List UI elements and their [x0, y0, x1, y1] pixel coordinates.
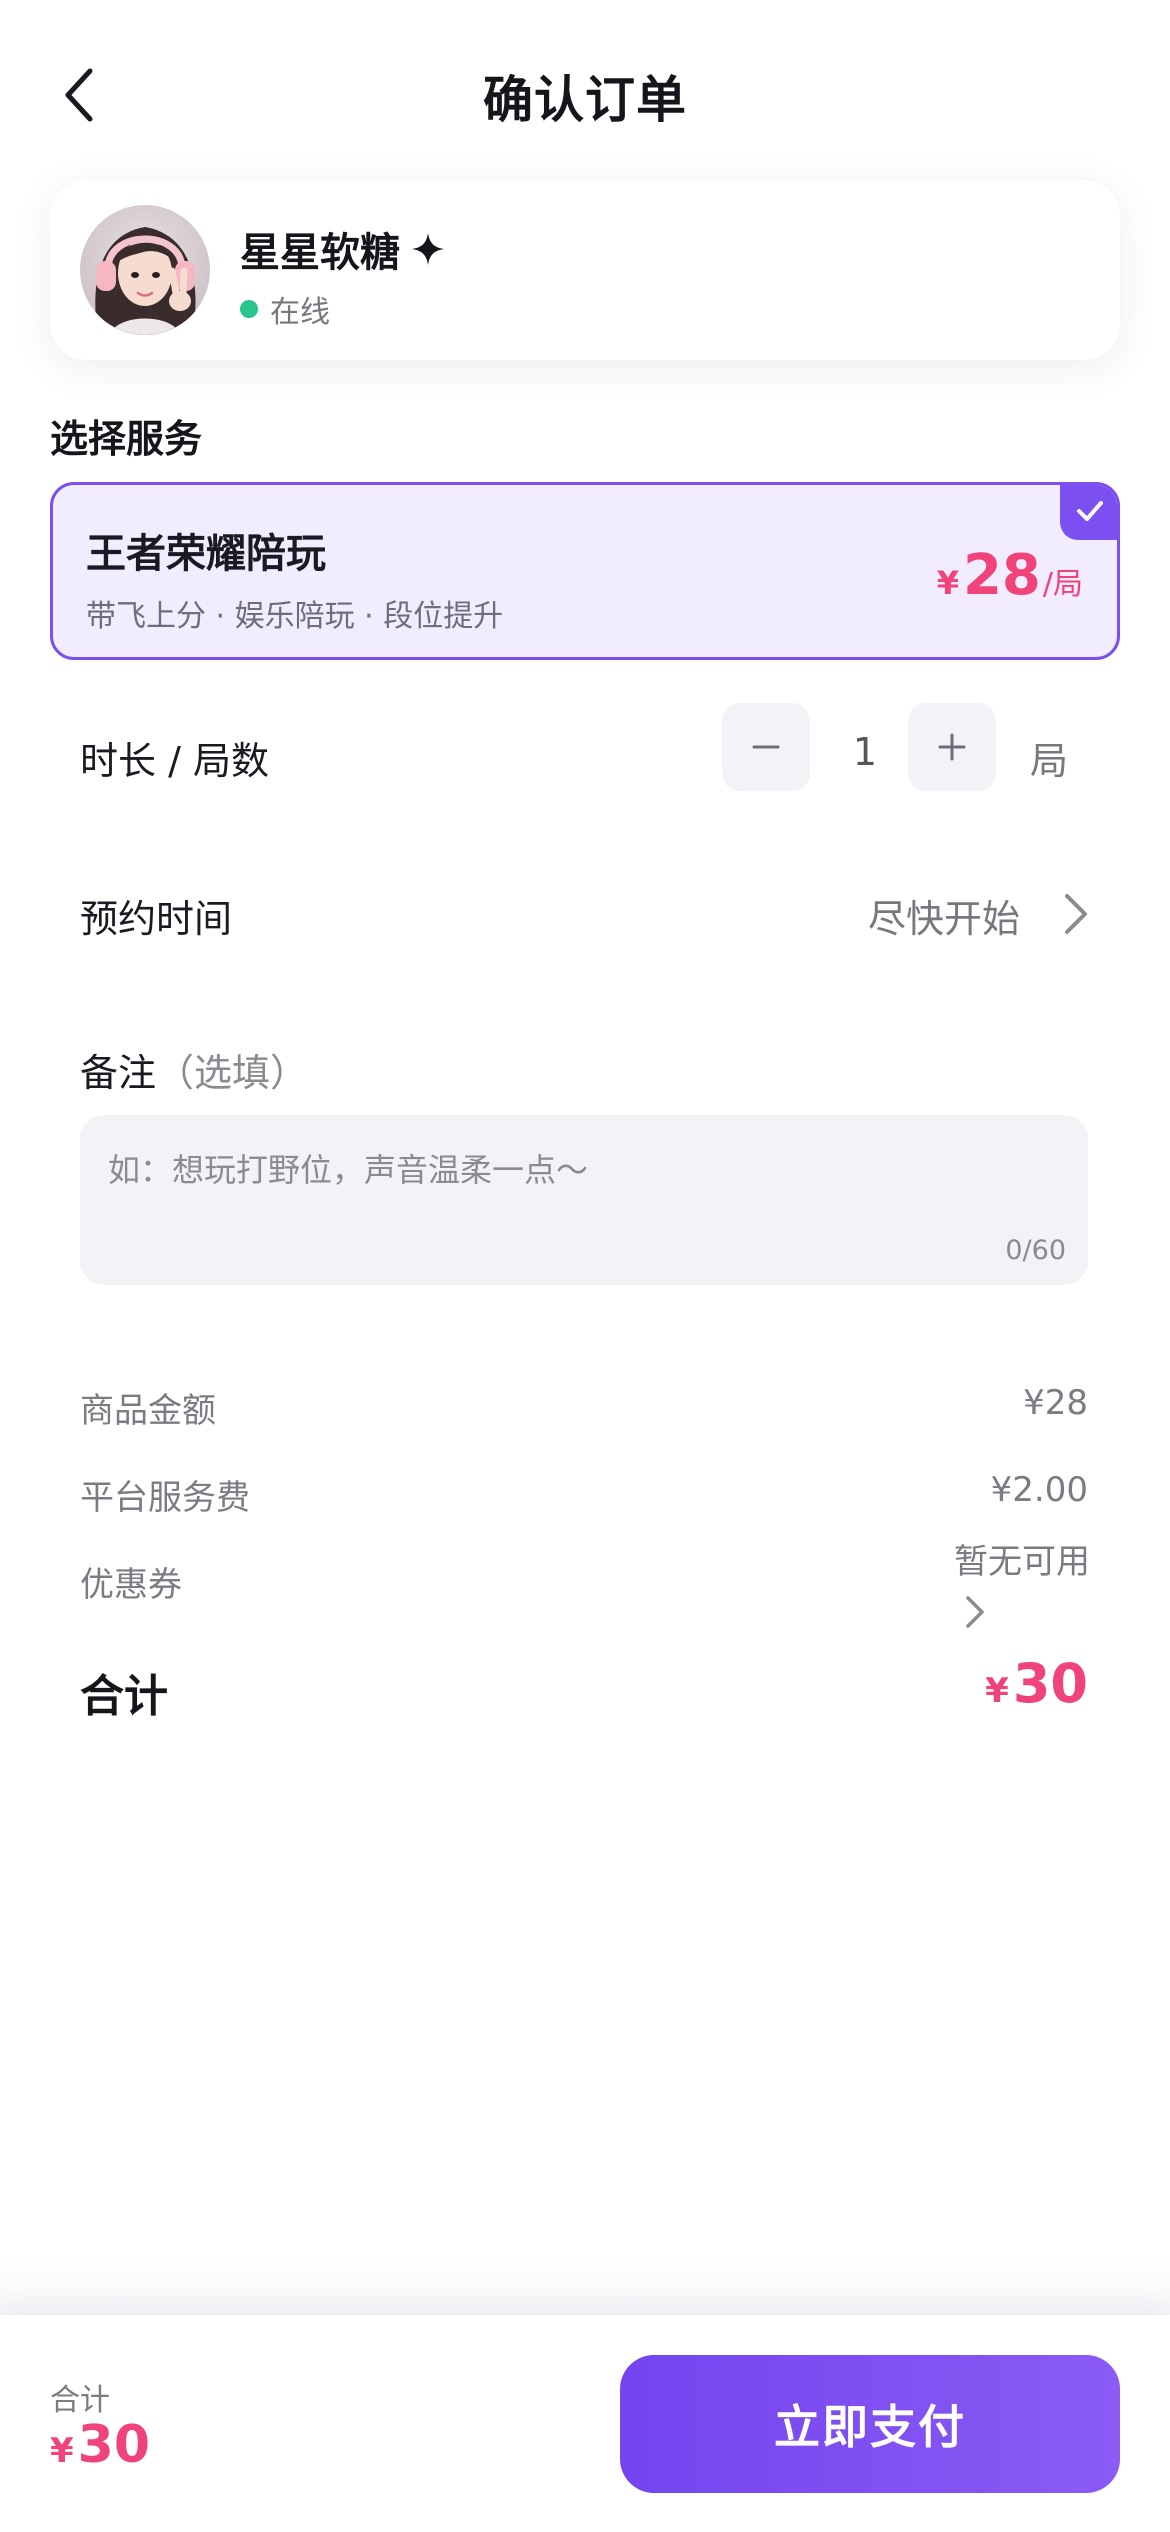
service-price: ¥ 28 /局	[937, 543, 1083, 608]
companion-card[interactable]: 星星软糖 在线	[50, 180, 1120, 360]
schedule-value: 尽快开始	[867, 897, 1020, 941]
service-option-card[interactable]: 王者荣耀陪玩 带飞上分 · 娱乐陪玩 · 段位提升 ¥ 28 /局	[50, 482, 1120, 660]
total-amount-value: 30	[1012, 1652, 1088, 1715]
duration-label: 时长 / 局数	[80, 739, 269, 783]
service-fee-value: ¥2.00	[990, 1470, 1088, 1510]
online-status: 在线	[240, 287, 330, 331]
price-unit: /局	[1042, 567, 1083, 602]
pay-now-button[interactable]: 立即支付	[620, 2355, 1120, 2493]
selected-badge	[1060, 485, 1117, 540]
quantity-unit: 局	[1030, 739, 1069, 783]
page-title: 确认订单	[483, 71, 687, 129]
service-fee-label: 平台服务费	[80, 1478, 250, 1518]
schedule-label: 预约时间	[80, 897, 233, 941]
plus-icon	[938, 733, 966, 761]
chevron-right-icon	[1065, 894, 1087, 934]
service-name: 王者荣耀陪玩	[86, 531, 326, 577]
note-char-count: 0/60	[1005, 1235, 1066, 1266]
coupon-label: 优惠券	[80, 1565, 182, 1605]
check-icon	[1077, 501, 1103, 521]
status-dot	[240, 300, 258, 318]
increase-button[interactable]	[908, 703, 996, 791]
bottom-total-amount: ¥ 30	[50, 2415, 150, 2475]
note-optional-hint: （选填）	[156, 1051, 309, 1095]
status-text: 在线	[270, 295, 330, 330]
note-input[interactable]	[108, 1145, 1048, 1225]
minus-icon	[752, 745, 780, 749]
header: 确认订单	[0, 0, 1170, 190]
subtotal-label: 商品金额	[80, 1391, 216, 1431]
bottom-fade	[0, 2260, 1170, 2320]
currency-symbol: ¥	[936, 564, 959, 602]
total-label: 合计	[80, 1671, 168, 1722]
avatar	[80, 205, 210, 335]
order-confirm-page: 确认订单 星星软糖 在线 选择服务 王者荣耀陪玩 带飞上分 · 娱乐陪玩 · 段…	[0, 0, 1170, 2532]
companion-name: 星星软糖	[240, 220, 446, 278]
bottom-bar: 合计 ¥ 30 立即支付	[0, 2315, 1170, 2532]
note-label-text: 备注	[80, 1051, 157, 1095]
service-description: 带飞上分 · 娱乐陪玩 · 段位提升	[86, 599, 504, 634]
service-section-title: 选择服务	[50, 417, 203, 461]
decrease-button[interactable]	[722, 703, 810, 791]
note-box: 0/60	[80, 1115, 1088, 1285]
price-amount: 28	[962, 543, 1041, 608]
chevron-right-icon	[966, 1596, 984, 1628]
total-amount: ¥ 30	[985, 1652, 1088, 1715]
coupon-value: 暂无可用	[954, 1542, 1090, 1582]
sparkle-icon	[412, 233, 444, 265]
subtotal-value: ¥28	[1023, 1383, 1088, 1423]
companion-name-text: 星星软糖	[240, 230, 400, 276]
currency-symbol: ¥	[50, 2431, 74, 2471]
currency-symbol: ¥	[985, 1671, 1009, 1711]
note-label: 备注（选填）	[80, 1042, 308, 1097]
quantity-value: 1	[852, 730, 878, 774]
bottom-total-label: 合计	[50, 2383, 110, 2418]
bottom-total-value: 30	[77, 2415, 151, 2475]
